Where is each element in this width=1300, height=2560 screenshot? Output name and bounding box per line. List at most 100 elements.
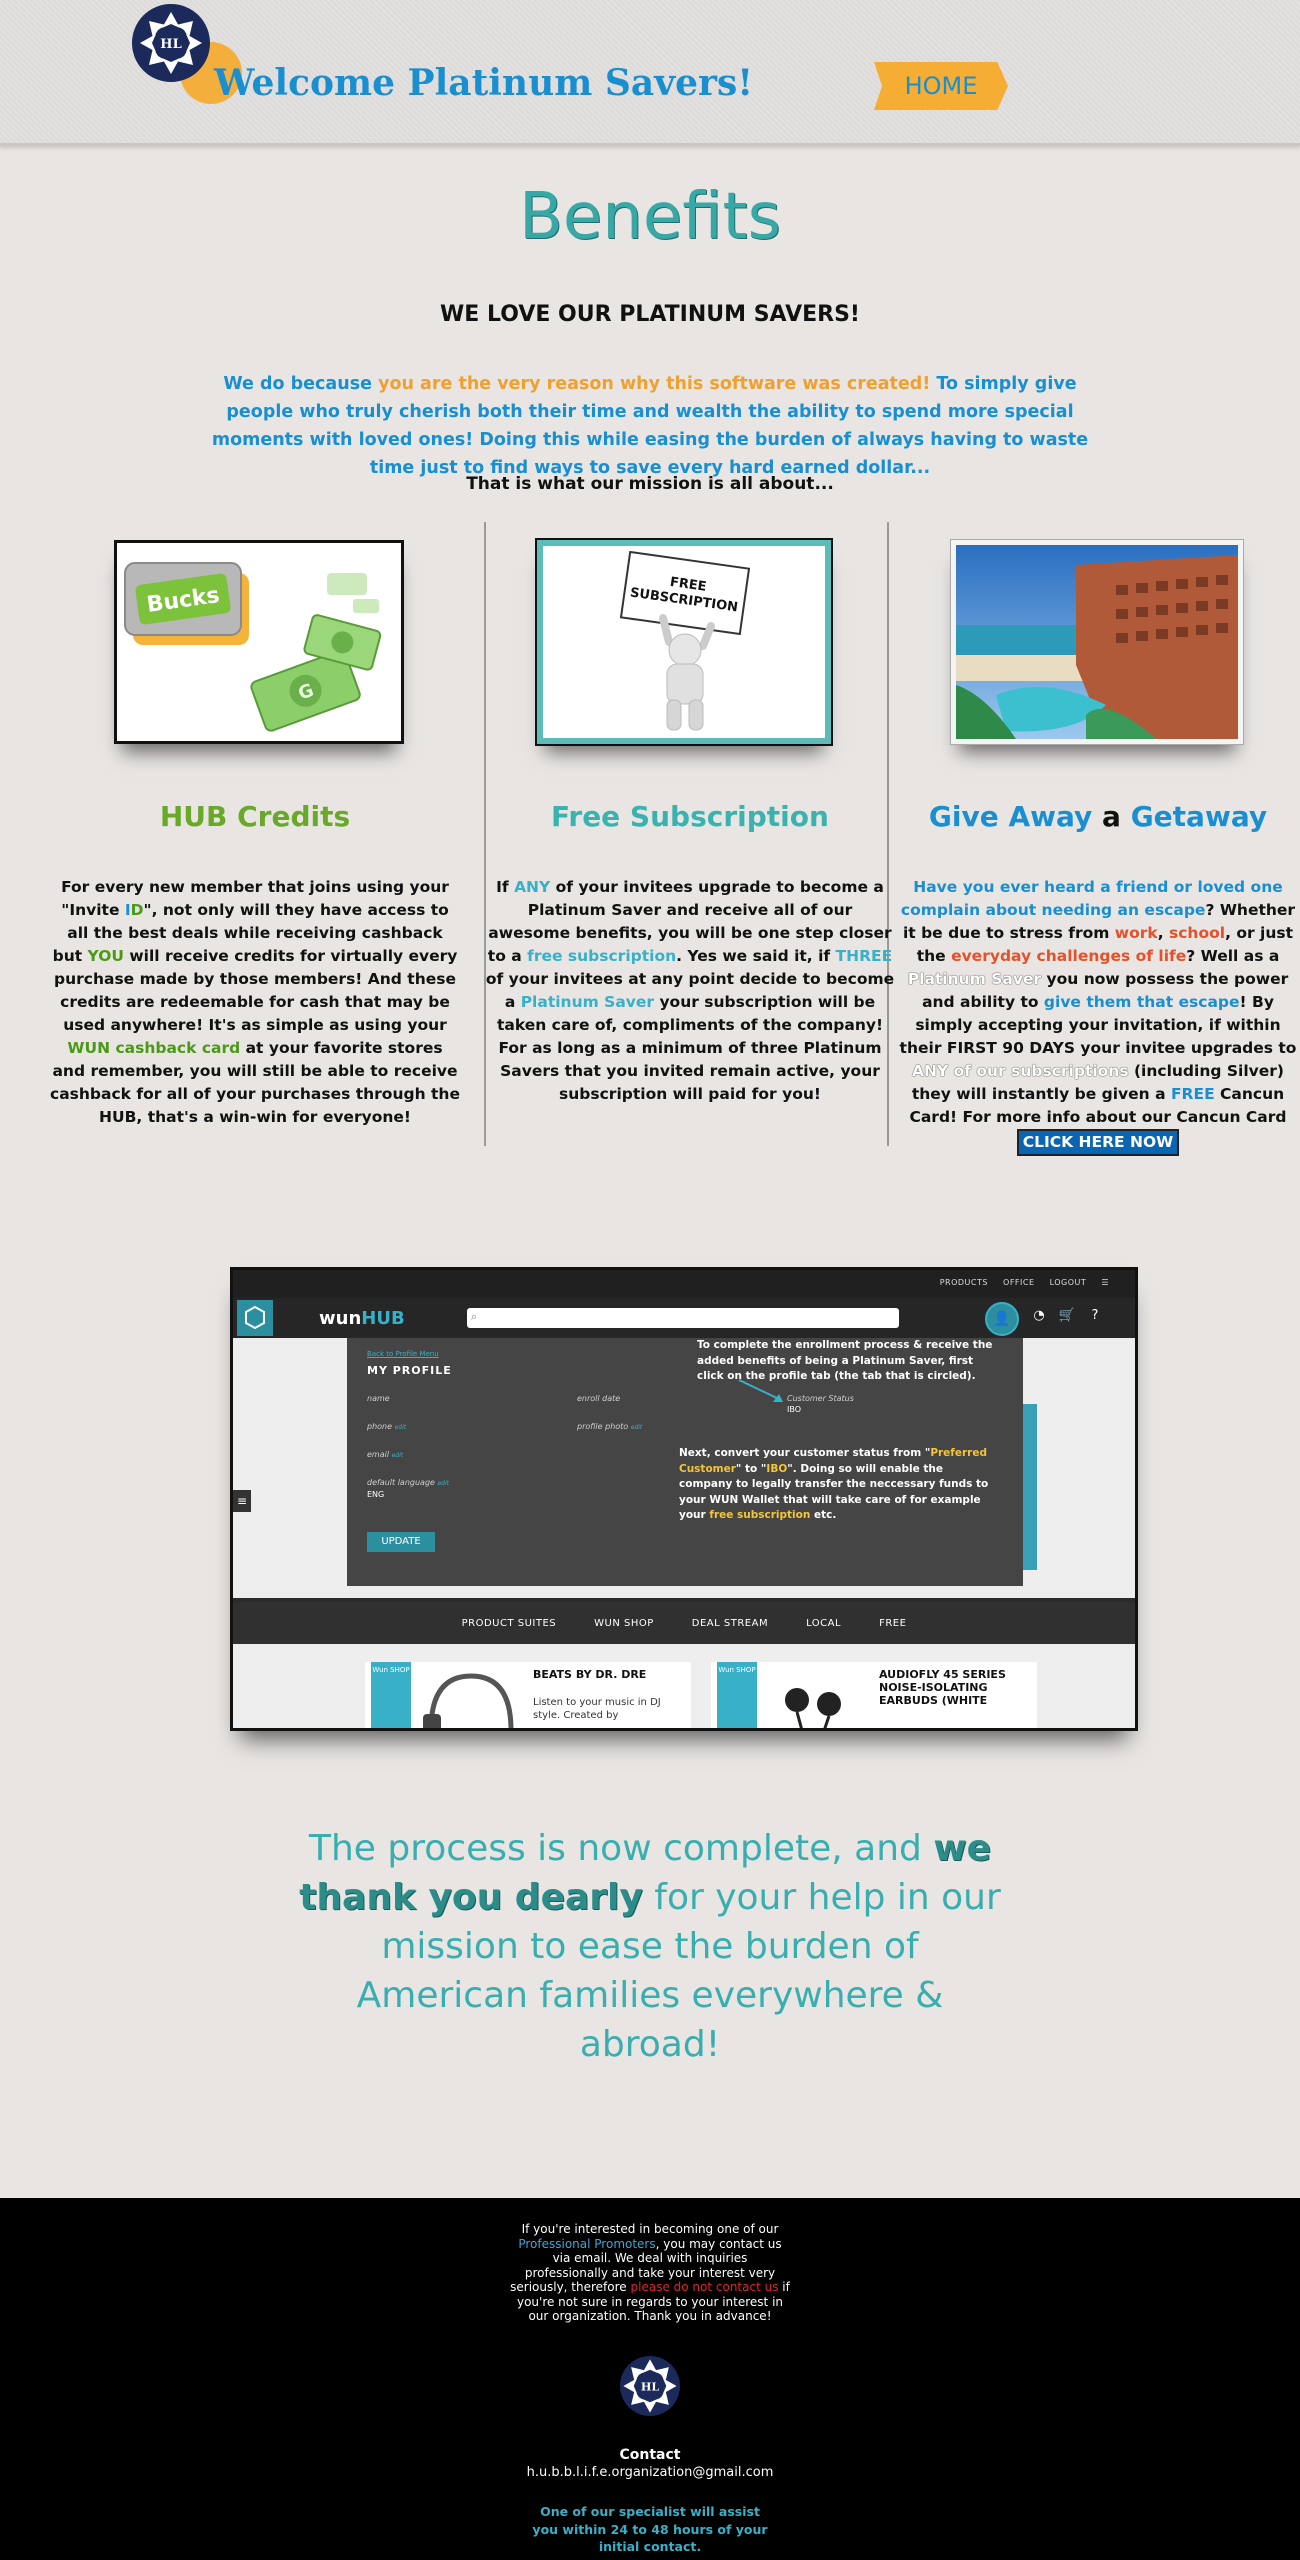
brand-hub: HUB <box>361 1308 405 1329</box>
app-navbar: wunHUB ⌕ 👤 ◔ 🛒 ? <box>233 1298 1135 1338</box>
site-footer: If you're interested in becoming one of … <box>0 2198 1300 2560</box>
section-heading: WE LOVE OUR PLATINUM SAVERS! <box>440 302 860 327</box>
getaway-body: Have you ever heard a friend or loved on… <box>893 876 1300 1156</box>
footer-segment: If you're interested in becoming one of … <box>521 2222 779 2236</box>
product-title: BEATS BY DR. DRE <box>533 1668 647 1681</box>
contact-label: Contact <box>619 2447 681 2463</box>
app-link-products[interactable]: PRODUCTS <box>940 1278 988 1287</box>
closing-message: The process is now complete, and we than… <box>290 1824 1010 2069</box>
app-category-menu: PRODUCT SUITES WUN SHOP DEAL STREAM LOCA… <box>233 1602 1135 1644</box>
text-segment: YOU <box>87 947 124 965</box>
language-value: ENG <box>367 1490 385 1499</box>
product-desc: Listen to your music in DJ style. Create… <box>533 1697 661 1721</box>
free-subscription-body: If ANY of your invitees upgrade to becom… <box>485 876 895 1106</box>
shop-tag: Wun SHOP <box>717 1662 757 1728</box>
mission-highlight: you are the very reason why this softwar… <box>378 374 931 394</box>
note-segment: IBO <box>766 1462 788 1475</box>
text-segment: ANY <box>514 878 551 896</box>
text-segment: THREE <box>835 947 893 965</box>
text-segment: D <box>130 901 144 919</box>
field-label: phone <box>367 1422 393 1431</box>
assist-note: One of our specialist will assist you wi… <box>532 2504 768 2554</box>
text-segment: free subscription <box>527 947 677 965</box>
profile-photo-label: profile photo edit <box>577 1422 642 1431</box>
menu-wun-shop[interactable]: WUN SHOP <box>594 1618 654 1629</box>
product-card[interactable]: Wun SHOP BEATS BY DR. DRE Listen to your… <box>365 1662 691 1728</box>
menu-product-suites[interactable]: PRODUCT SUITES <box>462 1618 557 1629</box>
brand-wun: wun <box>319 1308 362 1329</box>
edit-link[interactable]: edit <box>395 1424 407 1431</box>
text-segment: ANY of our subscriptions <box>912 1062 1129 1080</box>
footer-logo: HL <box>620 2356 680 2416</box>
app-brand: wunHUB <box>319 1308 405 1329</box>
dashboard-gauge-icon[interactable]: ◔ <box>1029 1308 1049 1328</box>
edit-link[interactable]: edit <box>437 1480 449 1487</box>
menu-free[interactable]: FREE <box>879 1618 906 1629</box>
app-link-office[interactable]: OFFICE <box>1003 1278 1035 1287</box>
name-label: name <box>367 1394 390 1403</box>
app-link-logout[interactable]: LOGOUT <box>1050 1278 1087 1287</box>
text-segment: WUN cashback card <box>67 1039 241 1057</box>
note-segment: Next, convert your customer status from … <box>679 1447 931 1459</box>
note-segment: " to " <box>735 1462 767 1475</box>
field-label: email <box>367 1450 390 1459</box>
shop-tag: Wun SHOP <box>371 1662 411 1728</box>
hub-credits-body: For every new member that joins using yo… <box>50 876 460 1129</box>
text-segment: Platinum Saver <box>907 970 1042 988</box>
footer-logo-text: HL <box>641 2380 660 2393</box>
background-image-strip <box>1023 1404 1037 1570</box>
app-topbar: PRODUCTS OFFICE LOGOUT ☰ <box>233 1270 1135 1298</box>
text-segment: school <box>1169 924 1226 942</box>
footer-contact-text: If you're interested in becoming one of … <box>510 2222 790 2324</box>
footer-warning: please do not contact us <box>630 2280 779 2294</box>
help-icon[interactable]: ? <box>1085 1308 1105 1328</box>
menu-lines-icon[interactable]: ☰ <box>1101 1278 1109 1287</box>
profile-title: MY PROFILE <box>367 1364 452 1377</box>
logo-ring: HL <box>132 4 210 82</box>
home-button[interactable]: HOME <box>874 62 1008 110</box>
text-segment: give them that escape <box>1043 993 1240 1011</box>
edit-link[interactable]: edit <box>631 1424 643 1431</box>
email-label: email edit <box>367 1450 403 1459</box>
site-title: Welcome Platinum Savers! <box>214 62 754 104</box>
title-segment: Getaway <box>1130 800 1268 833</box>
app-search-input[interactable]: ⌕ <box>467 1308 899 1328</box>
text-segment: ? Well as a <box>1186 947 1280 965</box>
contact-email-link[interactable]: h.u.b.b.l.i.f.e.organization@gmail.com <box>0 2465 1300 2480</box>
back-to-profile-link[interactable]: Back to Profile Menu <box>367 1350 439 1358</box>
app-logo-icon[interactable] <box>237 1300 273 1336</box>
closing-segment: The process is now complete, and <box>308 1828 934 1869</box>
app-toplinks: PRODUCTS OFFICE LOGOUT ☰ <box>928 1278 1109 1287</box>
menu-local[interactable]: LOCAL <box>806 1618 841 1629</box>
enrollment-note: To complete the enrollment process & rec… <box>697 1339 993 1382</box>
profile-tab-icon[interactable]: 👤 <box>985 1302 1019 1336</box>
edit-link[interactable]: edit <box>392 1452 404 1459</box>
professional-promoters-link[interactable]: Professional Promoters <box>518 2237 655 2251</box>
product-title: AUDIOFLY 45 SERIES NOISE-ISOLATING EARBU… <box>879 1668 1006 1707</box>
headphones-image <box>423 1673 514 1728</box>
text-segment: . Yes we said it, if <box>676 947 836 965</box>
customer-status-label: Customer Status <box>787 1394 854 1403</box>
title-segment: a <box>1102 800 1121 833</box>
text-segment: FREE <box>1170 1085 1215 1103</box>
hub-credits-image: Bucks G <box>114 540 404 744</box>
getaway-title: Give Away a Getaway <box>893 800 1300 833</box>
mission-statement: We do because you are the very reason wh… <box>200 370 1100 482</box>
phone-label: phone edit <box>367 1422 406 1431</box>
side-menu-icon[interactable]: ≡ <box>233 1490 251 1512</box>
field-label: profile photo <box>577 1422 629 1431</box>
customer-status-value: IBO <box>787 1405 802 1414</box>
earbuds-image <box>785 1688 841 1728</box>
update-button[interactable]: UPDATE <box>367 1532 435 1552</box>
field-label: default language <box>367 1478 435 1487</box>
hub-credits-title: HUB Credits <box>159 800 351 833</box>
app-body: ≡ Back to Profile Menu MY PROFILE name p… <box>233 1338 1135 1598</box>
text-segment: , <box>1157 924 1170 942</box>
cart-icon[interactable]: 🛒 <box>1057 1308 1077 1328</box>
menu-deal-stream[interactable]: DEAL STREAM <box>692 1618 768 1629</box>
click-here-now-button[interactable]: CLICK HERE NOW <box>1016 1129 1180 1156</box>
free-subscription-image: FREE SUBSCRIPTION <box>535 538 833 746</box>
product-card[interactable]: Wun SHOP AUDIOFLY 45 SERIES NOISE-ISOLAT… <box>711 1662 1037 1728</box>
product-list: Wun SHOP BEATS BY DR. DRE Listen to your… <box>233 1644 1135 1728</box>
text-segment: everyday challenges of life <box>951 947 1187 965</box>
